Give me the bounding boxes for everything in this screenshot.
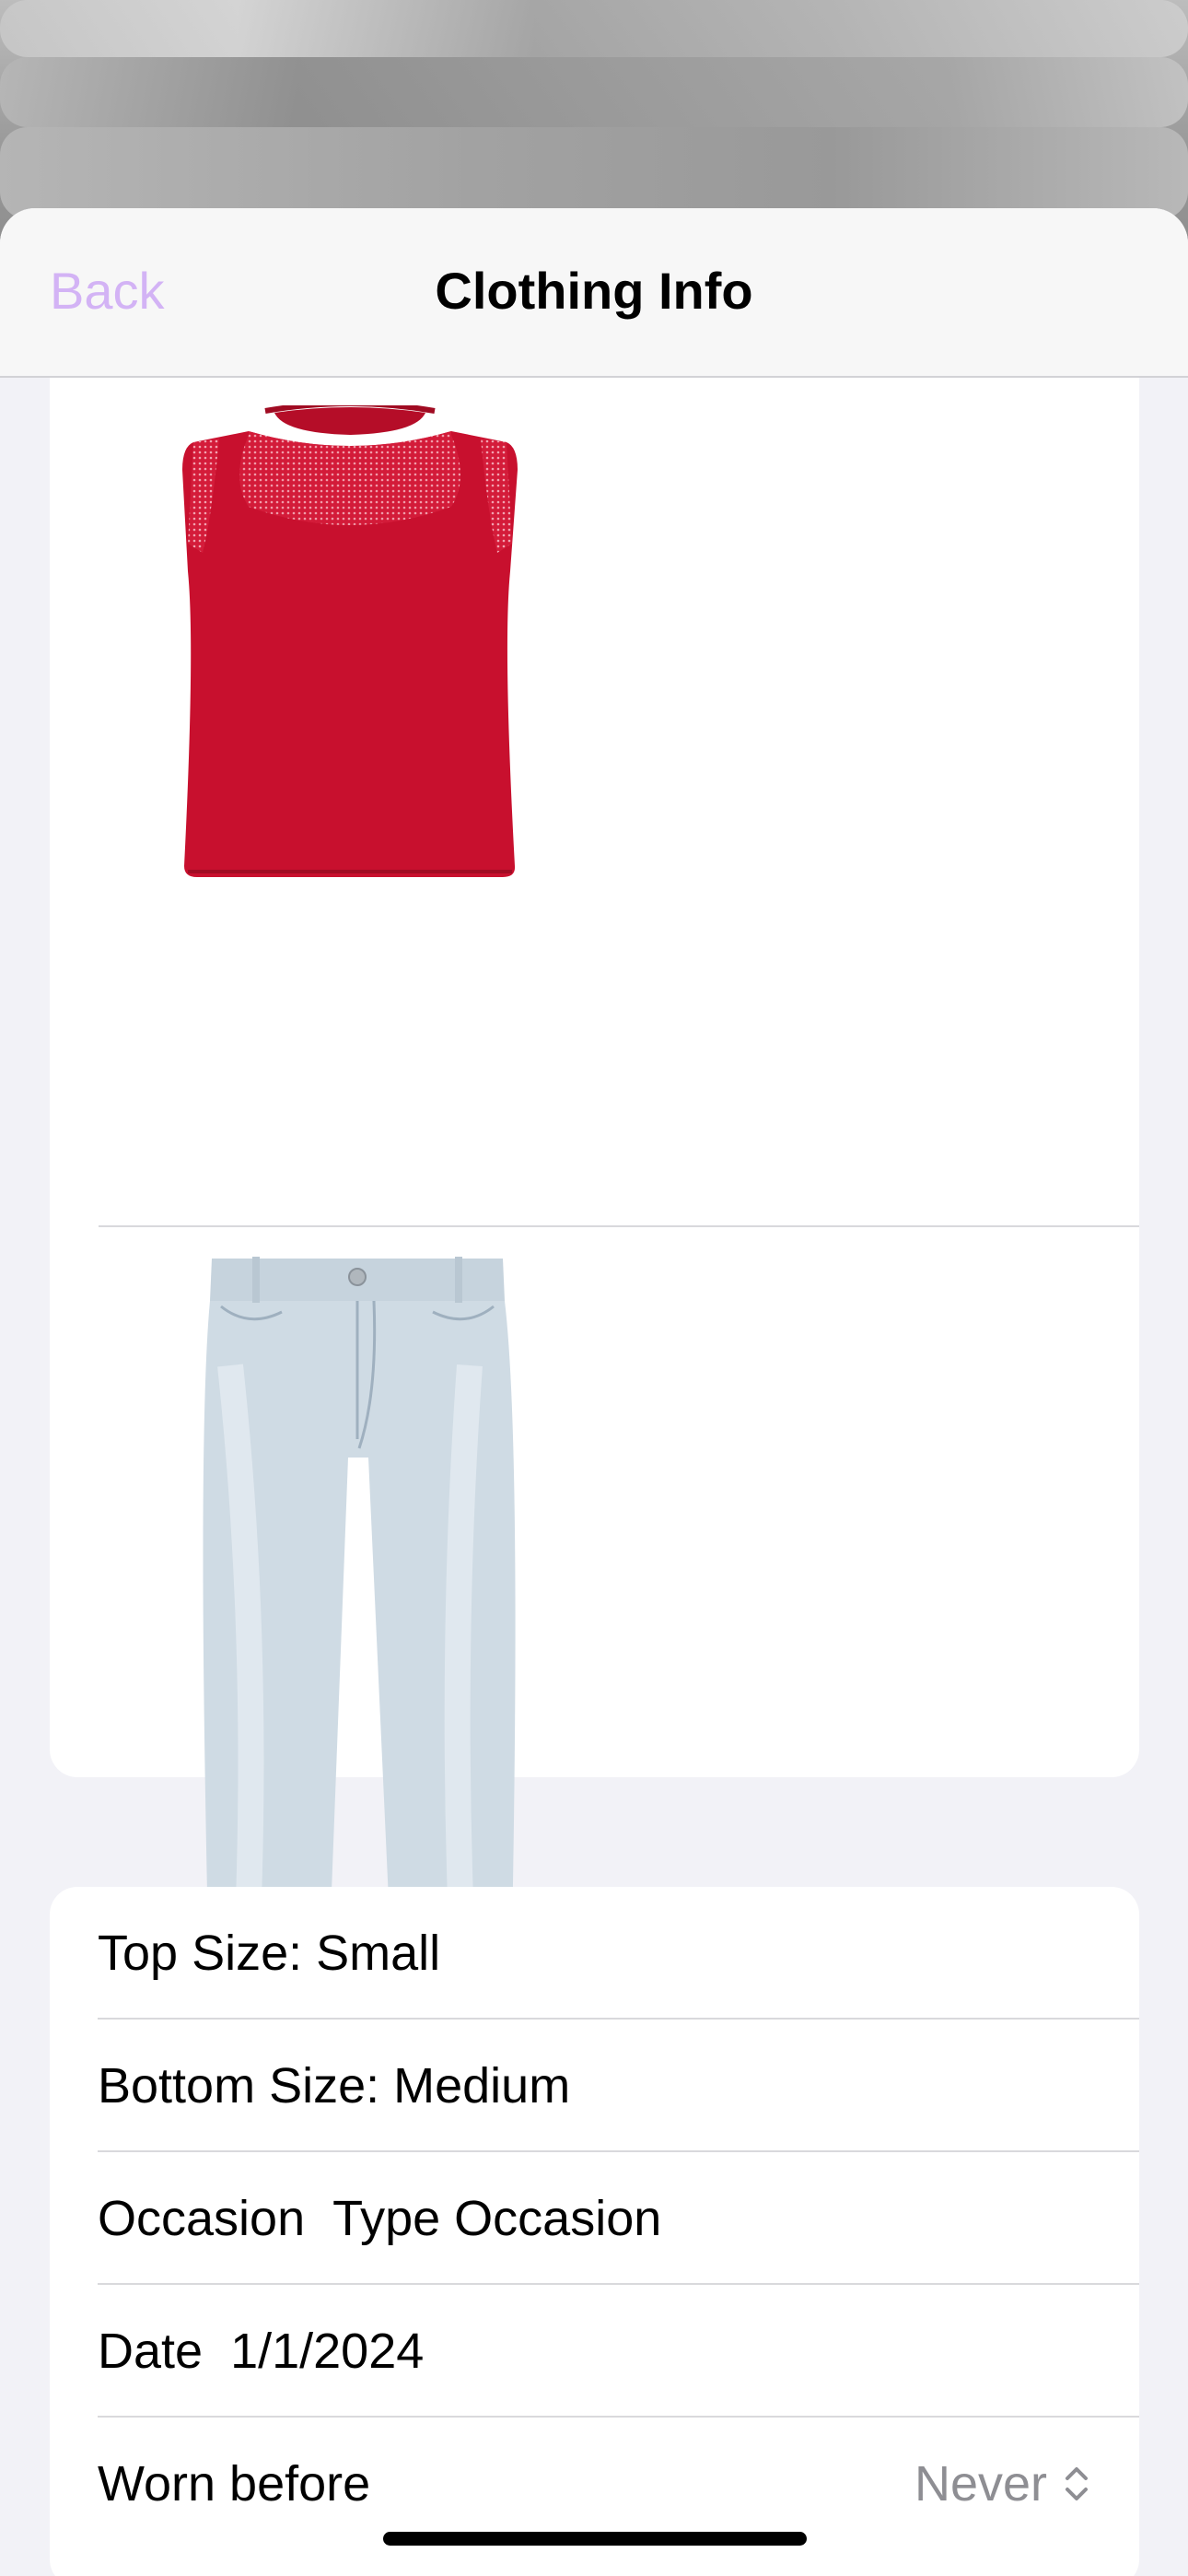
worn-before-row: Worn before Never <box>50 2418 1139 2550</box>
top-size-text: Top Size: Small <box>98 1926 441 1981</box>
light-wash-jeans-image <box>203 1257 516 1940</box>
date-row[interactable]: Date 1/1/2024 <box>50 2285 1139 2418</box>
top-size-row: Top Size: Small <box>50 1887 1139 2020</box>
bottom-size-text: Bottom Size: Medium <box>98 2058 571 2113</box>
date-label: Date <box>98 2324 204 2379</box>
page-title: Clothing Info <box>435 262 753 320</box>
occasion-row[interactable]: Occasion Type Occasion <box>50 2152 1139 2285</box>
blurred-bar <box>0 127 1188 219</box>
navigation-bar: Back Clothing Info <box>0 208 1188 378</box>
occasion-value[interactable]: Type Occasion <box>332 2191 661 2246</box>
clothing-info-sheet: Back Clothing Info Top Size: Small Botto… <box>0 208 1188 2576</box>
blurred-background <box>0 0 1188 240</box>
date-value[interactable]: 1/1/2024 <box>230 2324 424 2379</box>
bottom-size-row: Bottom Size: Medium <box>50 2020 1139 2152</box>
outfit-details-card: Top Size: Small Bottom Size: Medium Occa… <box>50 1887 1139 2576</box>
blurred-bar <box>0 0 1188 57</box>
worn-before-label: Worn before <box>98 2456 371 2512</box>
chevron-up-down-icon <box>1066 2467 1088 2500</box>
home-indicator[interactable] <box>383 2532 807 2546</box>
red-sleeveless-top-image <box>182 405 518 877</box>
blurred-bar <box>0 57 1188 127</box>
worn-before-value: Never <box>914 2456 1047 2512</box>
worn-before-picker[interactable]: Never <box>914 2418 1091 2550</box>
occasion-label: Occasion <box>98 2191 306 2246</box>
